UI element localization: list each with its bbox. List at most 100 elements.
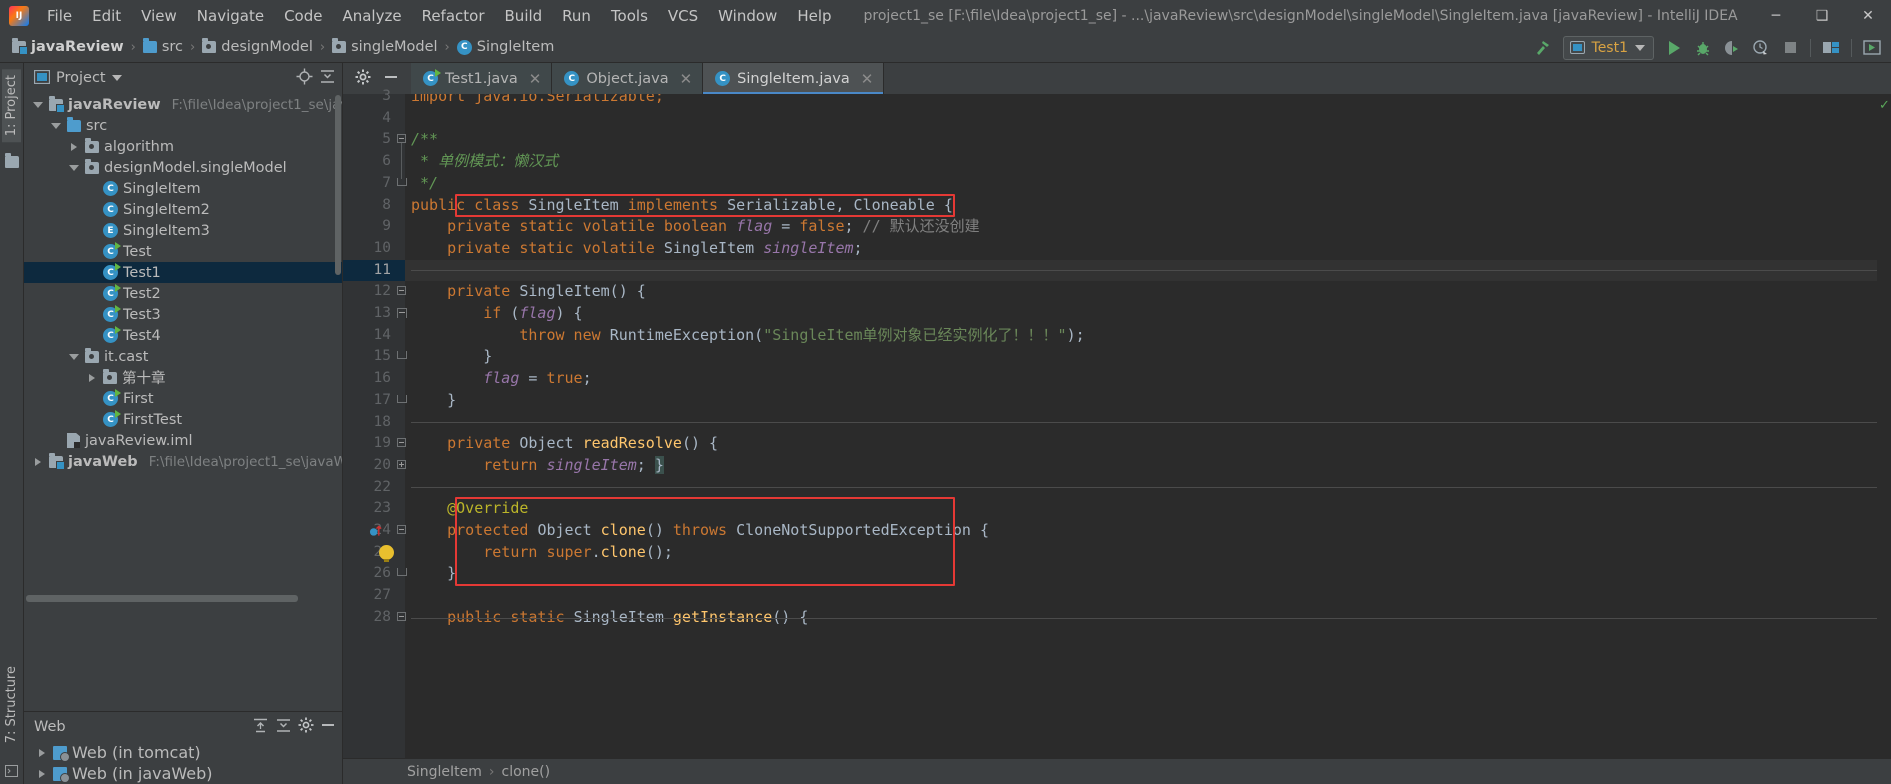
tree-item-singleitem2[interactable]: C SingleItem2 [24, 199, 342, 220]
menu-navigate[interactable]: Navigate [187, 3, 274, 29]
tree-item-test1[interactable]: C Test1 [24, 262, 342, 283]
project-panel-icon [33, 69, 51, 88]
tree-toggle-open-icon[interactable] [68, 162, 80, 174]
tree-item-src[interactable]: src [24, 115, 342, 136]
project-structure-button[interactable] [1818, 36, 1844, 60]
locate-target-icon[interactable] [296, 68, 313, 89]
tree-item-designmodel.singlemodel[interactable]: designModel.singleModel [24, 157, 342, 178]
close-tab-icon[interactable]: ✕ [861, 70, 874, 88]
close-tab-icon[interactable]: ✕ [680, 70, 693, 88]
breadcrumb-item-singleitem[interactable]: C SingleItem [453, 37, 559, 57]
minimize-button[interactable]: ─ [1753, 0, 1799, 32]
tree-item-first[interactable]: C First [24, 388, 342, 409]
menu-vcs[interactable]: VCS [658, 3, 708, 29]
tree-toggle-closed-icon[interactable] [32, 456, 44, 468]
run-configuration-selector[interactable]: Test1 [1562, 35, 1654, 60]
tree-item-javareview.iml[interactable]: javaReview.iml [24, 430, 342, 451]
menu-code[interactable]: Code [274, 3, 332, 29]
editor-right-rail[interactable]: ✓ [1877, 94, 1891, 758]
breadcrumb-item-singlemodel[interactable]: singleModel [328, 37, 441, 57]
code-token: public class [411, 195, 529, 214]
code-token: Object [537, 521, 601, 539]
web-tree-item-1[interactable]: Web (in javaWeb) [24, 763, 342, 784]
menu-run[interactable]: Run [552, 3, 601, 29]
tree-item-test4[interactable]: C Test4 [24, 325, 342, 346]
gear-icon[interactable] [355, 69, 371, 89]
intention-bulb-icon[interactable] [379, 544, 394, 562]
profiler-button[interactable] [1748, 36, 1774, 60]
breadcrumb-item-javareview[interactable]: javaReview [8, 37, 128, 57]
tree-item-it.cast[interactable]: it.cast [24, 346, 342, 367]
tree-toggle-open-icon[interactable] [32, 99, 44, 111]
breadcrumb-item-designmodel[interactable]: designModel [198, 37, 317, 57]
expand-all-icon[interactable] [252, 717, 269, 738]
menu-tools[interactable]: Tools [601, 3, 658, 29]
menu-window[interactable]: Window [708, 3, 787, 29]
terminal-icon-bottom[interactable] [5, 762, 18, 781]
line-number: 26 [373, 565, 391, 582]
tree-toggle-closed-icon[interactable] [68, 141, 80, 153]
status-breadcrumb-item[interactable]: SingleItem [407, 764, 482, 780]
overriding-method-icon[interactable] [369, 524, 383, 538]
tree-item-firsttest[interactable]: C FirstTest [24, 409, 342, 430]
collapse-all-icon[interactable] [319, 68, 336, 89]
menu-edit[interactable]: Edit [82, 3, 131, 29]
close-button[interactable]: ✕ [1845, 0, 1891, 32]
tree-toggle-open-icon[interactable] [50, 120, 62, 132]
tree-item----[interactable]: 第十章 [24, 367, 342, 388]
breadcrumb-item-src[interactable]: src [139, 37, 187, 57]
chevron-down-icon[interactable] [111, 75, 122, 81]
tree-item-test2[interactable]: C Test2 [24, 283, 342, 304]
editor-tab-singleitem-java[interactable]: C SingleItem.java ✕ [703, 63, 885, 94]
build-button[interactable] [1530, 36, 1556, 60]
close-tab-icon[interactable]: ✕ [529, 70, 542, 88]
tree-item-algorithm[interactable]: algorithm [24, 136, 342, 157]
tree-toggle-open-icon[interactable] [68, 351, 80, 363]
menu-view[interactable]: View [131, 3, 187, 29]
run-with-coverage-button[interactable] [1719, 36, 1745, 60]
sidebar-item-project[interactable]: 1: Project [2, 69, 21, 143]
tree-item-singleitem3[interactable]: E SingleItem3 [24, 220, 342, 241]
status-breadcrumb-item[interactable]: clone() [502, 764, 551, 780]
tree-item-test[interactable]: C Test [24, 241, 342, 262]
hide-panel-icon[interactable] [320, 717, 336, 737]
code-token: ) { [555, 304, 583, 322]
menu-build[interactable]: Build [495, 3, 553, 29]
project-tree-horizontal-scrollbar[interactable] [24, 595, 342, 602]
favorites-folder-icon[interactable] [4, 153, 19, 169]
web-tree[interactable]: Web (in tomcat) Web (in javaWeb) [24, 742, 342, 784]
member-breadcrumb[interactable]: SingleItem › clone() [343, 764, 550, 780]
code-content[interactable]: import java.io.Serializable; /** * 单例模式：懒… [405, 94, 1877, 758]
tree-toggle-closed-icon[interactable] [36, 747, 48, 759]
line-number: 9 [382, 218, 391, 235]
project-tree-vertical-scrollbar[interactable] [335, 95, 341, 275]
tree-item-singleitem[interactable]: C SingleItem [24, 178, 342, 199]
editor-gutter[interactable]: 3456789101112131415161718192022232425262… [343, 88, 407, 758]
editor-viewport[interactable]: 3456789101112131415161718192022232425262… [343, 88, 1891, 758]
menu-refactor[interactable]: Refactor [412, 3, 495, 29]
sidebar-item-structure[interactable]: 7: Structure [2, 660, 21, 749]
collapse-all-icon-web[interactable] [275, 717, 292, 738]
tree-item-javareview[interactable]: javaReview F:\file\Idea\project1_se\javaR… [24, 94, 342, 115]
web-module-icon [53, 745, 70, 762]
tree-toggle-closed-icon[interactable] [86, 372, 98, 384]
member-separator [411, 487, 1877, 489]
gear-icon[interactable] [298, 717, 314, 737]
run-button[interactable] [1661, 36, 1687, 60]
menu-file[interactable]: File [37, 3, 82, 29]
project-tree[interactable]: javaReview F:\file\Idea\project1_se\javaR… [24, 93, 342, 711]
tree-item-javaweb[interactable]: javaWeb F:\file\Idea\project1_se\javaWeb [24, 451, 342, 472]
web-tree-item-0[interactable]: Web (in tomcat) [24, 742, 342, 763]
editor-tab-test1-java[interactable]: C Test1.java ✕ [411, 63, 553, 94]
menu-analyze[interactable]: Analyze [332, 3, 411, 29]
debug-button[interactable] [1690, 36, 1716, 60]
stop-button[interactable] [1777, 36, 1803, 60]
tree-toggle-closed-icon[interactable] [36, 768, 48, 780]
maximize-button[interactable]: ❑ [1799, 0, 1845, 32]
toggle-layout-button[interactable] [1859, 36, 1885, 60]
tree-item-test3[interactable]: C Test3 [24, 304, 342, 325]
code-token: /** [411, 130, 439, 149]
editor-tab-object-java[interactable]: C Object.java ✕ [552, 63, 704, 94]
menu-help[interactable]: Help [787, 3, 841, 29]
code-line: protected Object clone() throws CloneNot… [405, 520, 1877, 542]
